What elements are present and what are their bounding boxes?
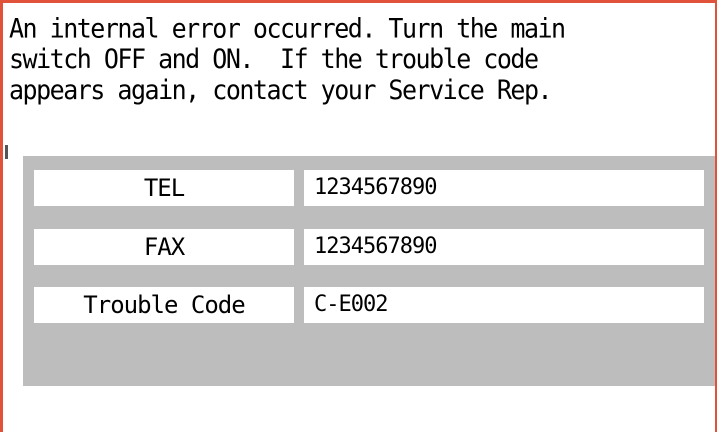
tel-value: 1234567890 (304, 170, 704, 206)
fax-value: 1234567890 (304, 229, 704, 265)
trouble-code-label: Trouble Code (34, 287, 294, 323)
contact-info-panel: TEL 1234567890 FAX 1234567890 Trouble Co… (23, 156, 715, 386)
contact-row-tel: TEL 1234567890 (34, 170, 704, 206)
frame-edge-mark (5, 145, 8, 159)
error-message-line: An internal error occurred. Turn the mai… (9, 13, 566, 44)
error-message: An internal error occurred. Turn the mai… (9, 13, 699, 105)
contact-row-fax: FAX 1234567890 (34, 229, 704, 265)
fax-label: FAX (34, 229, 294, 265)
error-screen: An internal error occurred. Turn the mai… (0, 0, 717, 432)
tel-label: TEL (34, 170, 294, 206)
trouble-code-value: C-E002 (304, 287, 704, 323)
error-message-line: appears again, contact your Service Rep. (9, 74, 553, 106)
error-message-line: switch OFF and ON. If the trouble code (9, 43, 539, 75)
contact-row-trouble-code: Trouble Code C-E002 (34, 287, 704, 323)
